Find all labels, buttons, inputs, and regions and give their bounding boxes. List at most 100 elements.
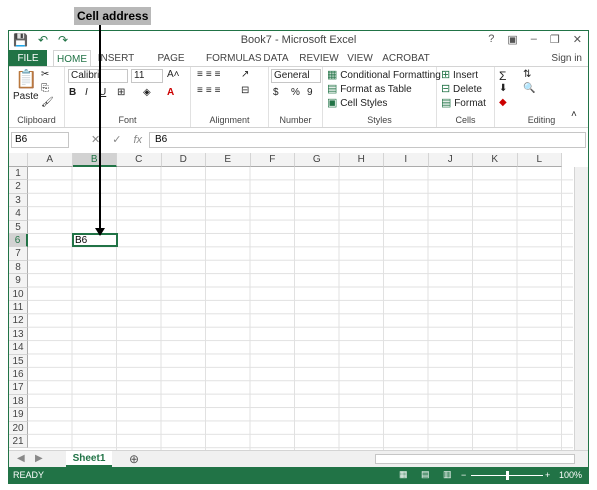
tab-file[interactable]: FILE — [9, 50, 47, 67]
row-header-4[interactable]: 4 — [9, 207, 28, 221]
paste-button[interactable]: Paste — [13, 91, 39, 102]
row-header-15[interactable]: 15 — [9, 354, 28, 368]
tab-insert[interactable]: INSERT — [96, 50, 136, 67]
column-header-b[interactable]: B — [72, 153, 117, 167]
bold-button[interactable]: B — [69, 87, 76, 98]
cut-icon[interactable]: ✂ — [41, 69, 49, 80]
normal-view-icon[interactable]: ▦ — [399, 469, 408, 480]
row-header-10[interactable]: 10 — [9, 287, 28, 301]
cell-styles-button[interactable]: ▣ Cell Styles — [327, 97, 387, 109]
number-format-select[interactable]: General — [271, 69, 321, 83]
vertical-align-icons[interactable]: ≡≡≡ — [197, 69, 224, 80]
column-header-g[interactable]: G — [295, 153, 340, 167]
autosum-button[interactable]: Σ — [499, 69, 506, 83]
copy-icon[interactable]: ⎘ — [41, 83, 49, 94]
row-header-14[interactable]: 14 — [9, 341, 28, 355]
italic-button[interactable]: I — [85, 87, 88, 98]
column-header-e[interactable]: E — [206, 153, 251, 167]
paste-icon[interactable]: 📋 — [15, 69, 37, 90]
column-header-a[interactable]: A — [28, 153, 73, 167]
tab-review[interactable]: REVIEW — [298, 50, 340, 67]
orientation-icon[interactable]: ↗ — [241, 69, 249, 80]
cell-area[interactable] — [28, 167, 573, 450]
row-header-20[interactable]: 20 — [9, 421, 28, 435]
row-header-5[interactable]: 5 — [9, 220, 28, 234]
row-header-1[interactable]: 1 — [9, 167, 28, 181]
clear-icon[interactable]: ◆ — [499, 97, 507, 108]
group-label: Number — [279, 115, 312, 125]
zoom-in-button[interactable]: + — [545, 470, 550, 480]
new-sheet-button[interactable]: ⊕ — [129, 452, 139, 466]
restore-button[interactable]: ❐ — [550, 33, 560, 46]
format-painter-icon[interactable]: 🖌 — [41, 97, 54, 108]
format-as-table-button[interactable]: ▤ Format as Table — [327, 83, 412, 95]
tab-formulas[interactable]: FORMULAS — [206, 50, 262, 67]
column-header-f[interactable]: F — [250, 153, 295, 167]
select-all-corner[interactable] — [9, 153, 28, 167]
ribbon-display-button[interactable]: ▣ — [507, 33, 517, 46]
comma-button[interactable]: 9 — [307, 87, 313, 98]
vertical-scrollbar[interactable] — [574, 167, 588, 450]
find-select-icon[interactable]: 🔍 — [523, 83, 535, 94]
help-button[interactable]: ? — [488, 33, 494, 46]
horizontal-scrollbar[interactable] — [375, 454, 575, 464]
row-header-2[interactable]: 2 — [9, 180, 28, 194]
font-name-select[interactable]: Calibri — [68, 69, 128, 83]
minimize-button[interactable]: – — [531, 33, 537, 46]
page-break-view-icon[interactable]: ▥ — [443, 469, 452, 480]
tab-view[interactable]: VIEW — [345, 50, 375, 67]
tab-page-layout[interactable]: PAGE LAYOUT — [140, 50, 202, 81]
row-header-8[interactable]: 8 — [9, 260, 28, 275]
row-header-7[interactable]: 7 — [9, 247, 28, 261]
name-box[interactable]: B6 — [11, 132, 69, 148]
insert-cells-button[interactable]: ⊞ Insert — [441, 69, 478, 81]
row-header-16[interactable]: 16 — [9, 368, 28, 382]
merge-icon[interactable]: ⊟ — [241, 85, 249, 96]
scroll-sheets-right-icon[interactable]: ▶ — [35, 453, 43, 464]
column-header-j[interactable]: J — [428, 153, 473, 167]
row-header-9[interactable]: 9 — [9, 274, 28, 288]
column-header-d[interactable]: D — [161, 153, 206, 167]
fill-color-icon[interactable]: ◈ — [143, 87, 151, 98]
tab-data[interactable]: DATA — [261, 50, 291, 67]
enter-icon[interactable]: ✓ — [112, 132, 121, 148]
sort-filter-icon[interactable]: ⇅ — [523, 69, 531, 80]
column-header-i[interactable]: I — [384, 153, 429, 167]
tab-home[interactable]: HOME — [53, 50, 91, 67]
column-header-c[interactable]: C — [117, 153, 162, 167]
horizontal-align-icons[interactable]: ≡≡≡ — [197, 85, 224, 96]
font-color-icon[interactable]: A — [167, 87, 174, 98]
borders-icon[interactable]: ⊞ — [117, 87, 125, 98]
row-header-13[interactable]: 13 — [9, 327, 28, 342]
delete-cells-button[interactable]: ⊟ Delete — [441, 83, 482, 95]
fill-icon[interactable]: ⬇ — [499, 83, 507, 94]
row-header-19[interactable]: 19 — [9, 408, 28, 422]
currency-button[interactable]: $ — [273, 87, 279, 98]
tab-acrobat[interactable]: ACROBAT — [381, 50, 431, 67]
page-layout-view-icon[interactable]: ▤ — [421, 469, 430, 480]
sign-in-link[interactable]: Sign in — [551, 50, 582, 67]
conditional-formatting-button[interactable]: ▦ Conditional Formatting — [327, 69, 441, 81]
row-header-21[interactable]: 21 — [9, 435, 28, 449]
row-header-17[interactable]: 17 — [9, 381, 28, 395]
row-header-12[interactable]: 12 — [9, 314, 28, 328]
zoom-out-button[interactable]: − — [461, 470, 466, 480]
grow-font-icon[interactable]: A˄ — [167, 69, 180, 80]
column-header-h[interactable]: H — [339, 153, 384, 167]
percent-button[interactable]: % — [291, 87, 300, 98]
column-header-l[interactable]: L — [517, 153, 562, 167]
close-button[interactable]: ✕ — [573, 33, 582, 46]
insert-function-icon[interactable]: fx — [133, 132, 142, 148]
sheet-tab-sheet1[interactable]: Sheet1 — [66, 451, 112, 467]
row-header-18[interactable]: 18 — [9, 394, 28, 409]
zoom-slider-thumb[interactable] — [506, 471, 509, 480]
row-header-6[interactable]: 6 — [9, 234, 28, 248]
scroll-sheets-left-icon[interactable]: ◀ — [17, 453, 25, 464]
row-header-11[interactable]: 11 — [9, 301, 28, 315]
format-cells-button[interactable]: ▤ Format — [441, 97, 486, 109]
row-header-3[interactable]: 3 — [9, 193, 28, 208]
formula-input[interactable]: B6 — [149, 132, 586, 148]
column-header-k[interactable]: K — [473, 153, 518, 167]
font-size-select[interactable]: 11 — [131, 69, 163, 83]
zoom-level[interactable]: 100% — [559, 470, 582, 480]
